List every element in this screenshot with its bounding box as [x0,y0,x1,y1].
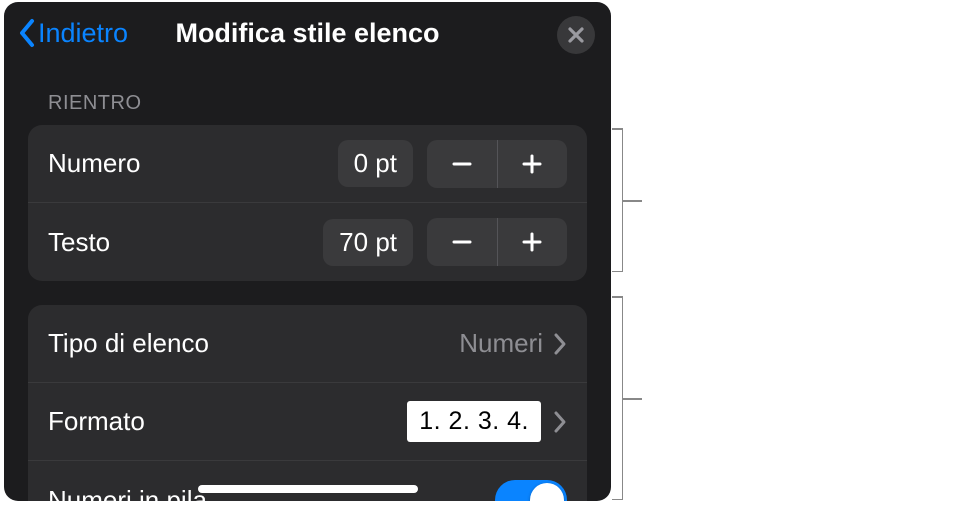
minus-icon [450,152,474,176]
back-label: Indietro [38,18,128,49]
edit-list-style-panel: Indietro Modifica stile elenco RIENTRO N… [4,2,611,501]
row-label: Numero [48,148,338,179]
text-indent-decrease[interactable] [427,218,498,266]
row-label: Testo [48,227,323,258]
list-type-value: Numeri [459,328,543,359]
section-header-indent: RIENTRO [4,64,611,125]
close-button[interactable] [557,16,595,54]
tiered-numbers-toggle[interactable] [495,480,567,501]
row-number-indent: Numero 0 pt [28,125,587,203]
number-indent-increase[interactable] [498,140,568,188]
number-indent-stepper [427,140,567,188]
row-label: Tipo di elenco [48,328,459,359]
number-indent-value: 0 pt [338,140,413,187]
minus-icon [450,230,474,254]
text-indent-stepper [427,218,567,266]
callout-bracket [622,128,623,272]
home-indicator [198,485,418,493]
row-text-indent: Testo 70 pt [28,203,587,281]
row-format[interactable]: Formato 1. 2. 3. 4. [28,383,587,461]
panel-header: Indietro Modifica stile elenco [4,2,611,64]
close-icon [567,26,585,44]
list-options-group: Tipo di elenco Numeri Formato 1. 2. 3. 4… [28,305,587,501]
callout-bracket [622,296,623,500]
chevron-left-icon [18,18,36,48]
row-label: Formato [48,406,407,437]
toggle-knob [530,483,564,501]
plus-icon [520,152,544,176]
text-indent-increase[interactable] [498,218,568,266]
row-list-type[interactable]: Tipo di elenco Numeri [28,305,587,383]
plus-icon [520,230,544,254]
format-sample: 1. 2. 3. 4. [407,401,541,442]
row-tiered-numbers: Numeri in pila [28,461,587,501]
back-button[interactable]: Indietro [18,18,128,49]
indent-group: Numero 0 pt Testo 70 pt [28,125,587,281]
number-indent-decrease[interactable] [427,140,498,188]
chevron-right-icon [553,332,567,356]
text-indent-value: 70 pt [323,219,413,266]
chevron-right-icon [553,410,567,434]
